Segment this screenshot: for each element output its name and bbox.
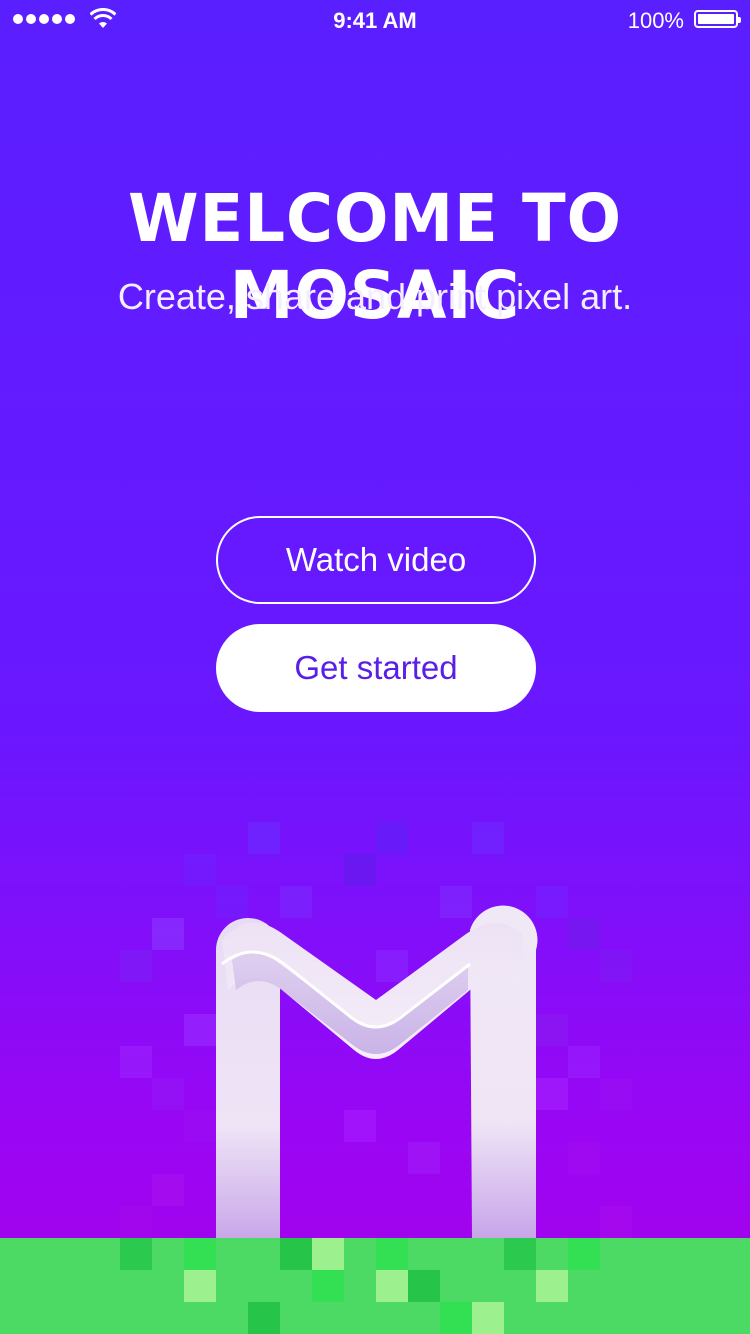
pixel-background xyxy=(120,822,632,1334)
